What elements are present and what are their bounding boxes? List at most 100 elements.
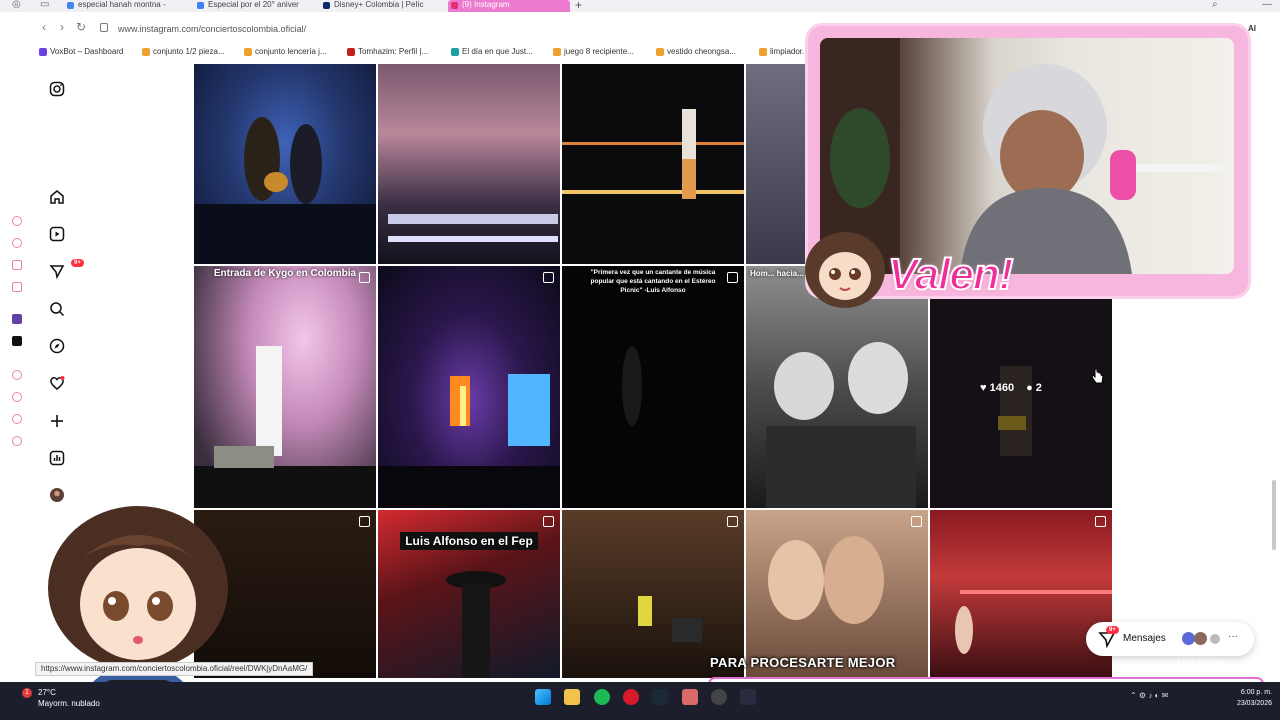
sidebar-app-icon[interactable] <box>12 260 22 270</box>
browser-sidebar <box>0 42 35 682</box>
reel-tile[interactable] <box>562 64 744 264</box>
avatar <box>1194 632 1207 645</box>
more-icon[interactable]: ··· <box>1228 631 1238 642</box>
file-explorer-icon[interactable] <box>564 689 580 705</box>
reel-tile[interactable]: Entrada de Kygo en Colombia <box>194 266 376 508</box>
bookmark-item[interactable]: Tomhazim: Perfil |... <box>347 47 428 56</box>
reel-tile[interactable] <box>562 510 744 678</box>
bookmark-label: El día en que Just... <box>462 47 533 56</box>
back-icon[interactable]: ‹ <box>42 20 46 34</box>
disney-icon <box>323 2 330 9</box>
date: 23/03/2026 <box>1236 700 1272 707</box>
concert-photo <box>388 214 558 242</box>
photos-icon[interactable] <box>682 689 698 705</box>
tab-1[interactable]: especial hanah montna - <box>64 0 182 12</box>
tab-2[interactable]: Especial por el 20° aniver <box>194 0 312 12</box>
instagram-logo-icon[interactable] <box>48 80 66 98</box>
reel-icon <box>543 272 554 283</box>
explore-icon[interactable] <box>48 337 66 355</box>
avatar <box>1210 634 1220 644</box>
reel-tile[interactable] <box>930 510 1112 678</box>
twitch-icon[interactable] <box>12 314 22 324</box>
opera-logo-icon[interactable]: ◎ <box>12 0 21 10</box>
bookmark-item[interactable]: conjunto lencería j... <box>244 47 327 56</box>
player-icon[interactable] <box>12 370 22 380</box>
tab-label: (9) Instagram <box>462 0 510 9</box>
reel-tile[interactable] <box>194 64 376 264</box>
heart-icon[interactable] <box>48 374 66 392</box>
url-field[interactable]: www.instagram.com/conciertoscolombia.ofi… <box>118 24 306 34</box>
obs-icon[interactable] <box>711 689 727 705</box>
reel-caption: "Primera vez que un cantante de música p… <box>590 269 716 294</box>
reel-tile[interactable]: Luis Alfonso en el Fep <box>378 510 560 678</box>
history-icon[interactable] <box>12 392 22 402</box>
bookmark-item[interactable]: VoxBot – Dashboard <box>39 47 123 56</box>
minimize-icon[interactable]: — <box>1262 0 1272 10</box>
comments-value: 2 <box>1035 382 1042 394</box>
reload-icon[interactable]: ↻ <box>76 20 86 34</box>
reel-tile[interactable] <box>746 510 928 678</box>
concert-photo <box>194 117 376 264</box>
create-icon[interactable] <box>48 412 66 430</box>
tab-label: especial hanah montna - <box>78 0 166 9</box>
search-icon[interactable] <box>48 300 66 318</box>
windows-start-icon[interactable] <box>535 689 551 705</box>
reel-tile[interactable] <box>378 64 560 264</box>
sidebar-app-icon[interactable] <box>12 238 22 248</box>
reel-tile-hovered[interactable]: ♥ 1460 ● 2 <box>930 266 1112 508</box>
tab-3[interactable]: Disney+ Colombia | Pelíc <box>320 0 438 12</box>
tab-menu-icon[interactable]: ▭ <box>40 0 49 10</box>
app-icon[interactable] <box>740 689 756 705</box>
direct-messages-icon[interactable]: 9+ <box>48 259 84 280</box>
tab-instagram[interactable]: (9) Instagram <box>448 0 570 12</box>
bookmark-item[interactable]: limpiador... <box>759 47 809 56</box>
status-link: https://www.instagram.com/conciertoscolo… <box>35 662 314 676</box>
notification-badge: 9+ <box>71 259 84 267</box>
bookmark-label: juego 8 recipiente... <box>564 47 634 56</box>
clock[interactable]: 6:00 p. m. 23/03/2026 <box>1237 687 1272 709</box>
browser-tab-bar: ◎ ▭ especial hanah montna - Especial por… <box>0 0 1280 12</box>
reel-icon <box>359 516 370 527</box>
site-icon <box>197 2 204 9</box>
search-tabs-icon[interactable]: ⌕ <box>1212 0 1218 10</box>
extensions-icon[interactable] <box>12 414 22 424</box>
new-tab-button[interactable]: + <box>575 0 582 12</box>
weather-widget[interactable]: 27°C Mayorm. nublado <box>38 687 100 709</box>
weather-temp: 27°C <box>38 688 56 697</box>
sidebar-app-icon[interactable] <box>12 216 22 226</box>
chibi-drawing <box>805 232 885 308</box>
sidebar-app-icon[interactable] <box>12 282 22 292</box>
messages-button[interactable]: 9+ Mensajes ··· <box>1086 622 1254 656</box>
steam-icon[interactable] <box>652 689 668 705</box>
reel-caption: Luis Alfonso en el Fep <box>378 532 560 550</box>
bookmark-label: vestido cheongsa... <box>667 47 736 56</box>
spotify-icon[interactable] <box>594 689 610 705</box>
bookmark-item[interactable]: juego 8 recipiente... <box>553 47 634 56</box>
bookmark-item[interactable]: conjunto 1/2 pieza... <box>142 47 225 56</box>
weather-badge: 1 <box>22 688 32 698</box>
chibi-avatar-small <box>800 226 890 312</box>
likes-value: 1460 <box>989 382 1015 394</box>
likes-count: ♥ 1460 <box>980 382 1015 394</box>
concert-photo <box>955 590 1112 654</box>
ai-button[interactable]: AI <box>1248 24 1256 33</box>
home-icon[interactable] <box>48 188 66 206</box>
tab-label: Especial por el 20° aniver <box>208 0 299 9</box>
bookmark-item[interactable]: vestido cheongsa... <box>656 47 736 56</box>
goal-counter: 150 / 1000 <box>1176 658 1228 670</box>
page-scrollbar[interactable] <box>1272 480 1276 550</box>
forward-icon[interactable]: › <box>60 20 64 34</box>
live-subtitle: PARA PROCESARTE MEJOR <box>710 655 896 670</box>
bookmark-label: Tomhazim: Perfil |... <box>358 47 429 56</box>
reels-icon[interactable] <box>48 225 66 243</box>
time: 6:00 p. m. <box>1240 689 1272 696</box>
x-icon[interactable] <box>12 336 22 346</box>
tray-icons[interactable]: ⌃ ⚙ ♪ ◐ ✉ <box>1130 691 1168 700</box>
concert-photo <box>768 536 884 624</box>
dashboard-icon[interactable] <box>48 449 66 467</box>
reel-tile[interactable]: "Primera vez que un cantante de música p… <box>562 266 744 508</box>
settings-icon[interactable] <box>12 436 22 446</box>
reel-tile[interactable] <box>378 266 560 508</box>
bookmark-item[interactable]: El día en que Just... <box>451 47 533 56</box>
opera-icon[interactable] <box>623 689 639 705</box>
